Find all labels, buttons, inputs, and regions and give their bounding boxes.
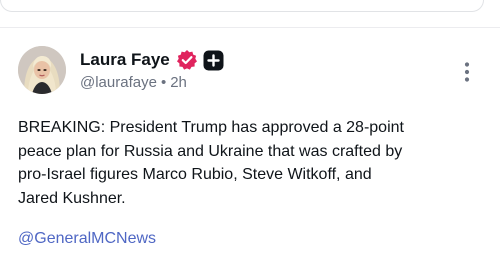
avatar[interactable] [18, 46, 66, 94]
verified-badge-icon [176, 49, 198, 71]
author-name-row: Laura Faye [80, 48, 224, 72]
post-body-text: BREAKING: President Trump has approved a… [18, 119, 404, 207]
plus-badge-icon [203, 50, 224, 71]
author-handle[interactable]: @laurafaye [80, 74, 157, 91]
mention-link[interactable]: @GeneralMCNews [18, 230, 156, 248]
post-timestamp[interactable]: 2h [170, 74, 187, 91]
previous-post-card [0, 0, 484, 12]
author-name[interactable]: Laura Faye [80, 50, 170, 70]
avatar-photo [18, 46, 66, 94]
post-card[interactable]: Laura Faye @laurafaye • 2h BREAKING: Presi… [0, 28, 500, 272]
meta-separator: • [160, 74, 167, 91]
more-vertical-icon[interactable] [455, 60, 479, 84]
author-meta: @laurafaye • 2h [80, 74, 187, 91]
